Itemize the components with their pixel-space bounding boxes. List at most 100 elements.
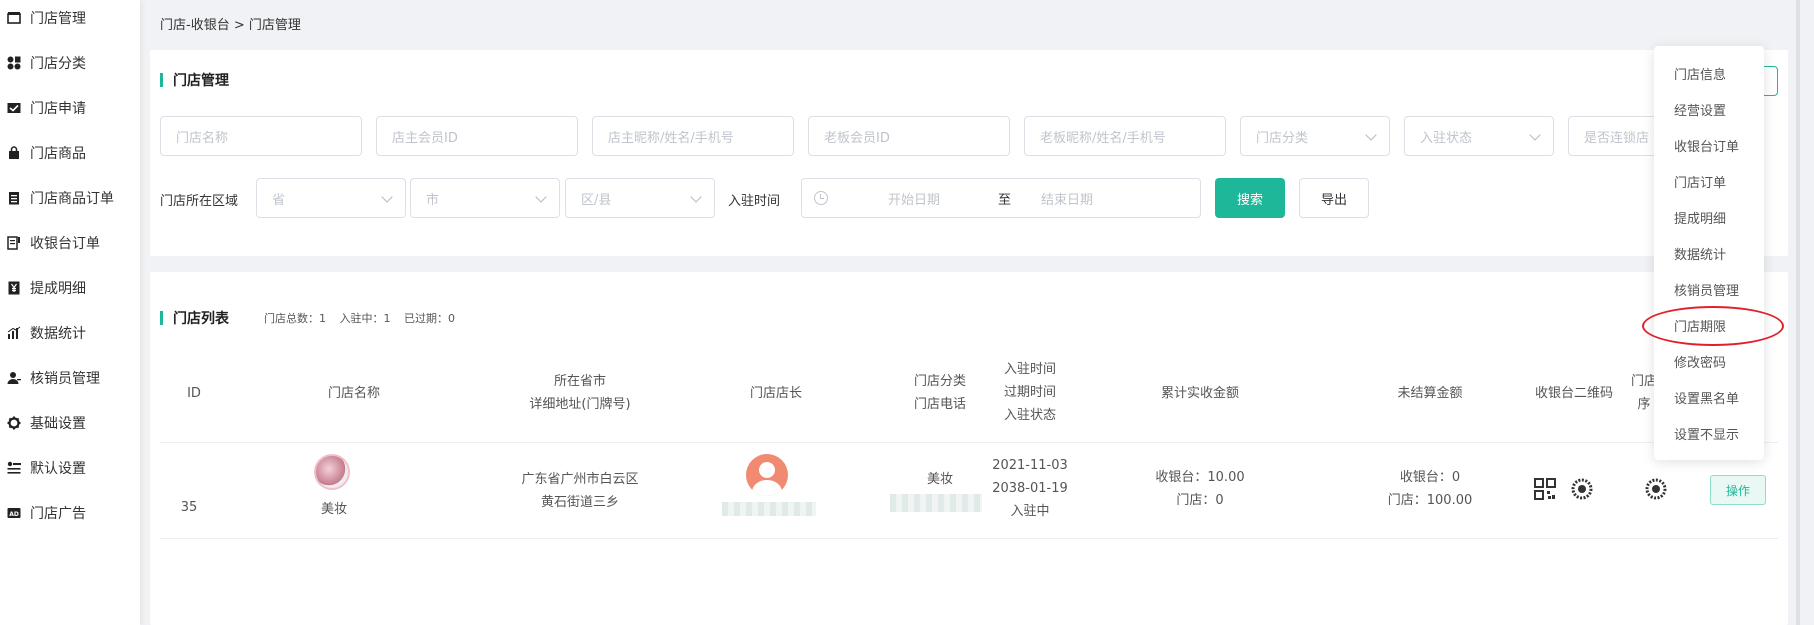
manager-name-blurred [722,502,816,516]
column-header-time-line3: 入驻状态 [1003,408,1056,423]
operate-dropdown-menu: 门店信息 经营设置 收银台订单 门店订单 提成明细 数据统计 核销员管理 门店期… [1654,46,1764,460]
sidebar-item-label: 收银台订单 [30,236,100,252]
cell-expire-time: 2038-01-19 [992,481,1068,496]
sidebar-item-store-goods[interactable]: 门店商品 [0,133,140,173]
cell-received: 收银台：10.00 门店：0 [1120,466,1280,512]
chart-icon [6,325,22,341]
column-header-time: 入驻时间 过期时间 入驻状态 [970,358,1090,427]
column-header-address-line1: 所在省市 [553,374,606,389]
sidebar-item-store-category[interactable]: 门店分类 [0,43,140,83]
sidebar-item-label: 门店申请 [30,101,86,117]
sidebar-item-label: 门店管理 [30,11,86,27]
sidebar-item-store-ads[interactable]: AD 门店广告 [0,493,140,533]
owner-member-id-input[interactable]: 店主会员ID [376,116,578,156]
settings-list-icon [6,460,22,476]
list-title: 门店列表 [160,308,229,328]
category-icon [6,55,22,71]
sidebar-item-label: 门店商品订单 [30,191,114,207]
store-code-icon[interactable] [1645,478,1667,500]
city-select[interactable]: 市 [410,178,560,218]
inbox-icon [6,100,22,116]
sidebar-item-data-statistics[interactable]: 数据统计 [0,313,140,353]
stat-expired: 已过期：0 [404,312,455,325]
sidebar-item-cashier-orders[interactable]: 收银台订单 [0,223,140,263]
sidebar-item-store-application[interactable]: 门店申请 [0,88,140,128]
column-header-qrcode: 收银台二维码 [1534,386,1613,401]
table-row-divider [160,538,1778,539]
stat-total: 门店总数：1 [264,312,326,325]
store-name-input[interactable]: 门店名称 [160,116,362,156]
sidebar-item-store-goods-orders[interactable]: 门店商品订单 [0,178,140,218]
province-select[interactable]: 省 [256,178,406,218]
ad-icon: AD [6,505,22,521]
page-scrollbar[interactable] [1796,0,1800,625]
cell-unsettled: 收银台：0 门店：100.00 [1350,466,1510,512]
column-header-name: 门店名称 [327,386,380,401]
column-header-id: ID [187,386,201,401]
sidebar-item-commission-details[interactable]: 提成明细 [0,268,140,308]
column-header-time-line2: 过期时间 [1003,385,1056,400]
user-icon [6,370,22,386]
title-accent-bar [160,311,163,325]
list-stats: 门店总数：1 入驻中：1 已过期：0 [264,310,465,326]
cell-time: 2021-11-03 2038-01-19 入驻中 [970,454,1090,523]
manager-avatar [746,454,788,496]
column-header-address-line2: 详细地址(门牌号) [529,397,631,412]
cell-id: 35 [180,500,198,515]
sidebar-item-default-settings[interactable]: 默认设置 [0,448,140,488]
join-date-range-picker[interactable]: 开始日期 至 结束日期 [801,178,1201,218]
column-header-address: 所在省市 详细地址(门牌号) [480,370,680,416]
clipboard-icon [6,190,22,206]
owner-contact-input[interactable]: 店主昵称/姓名/手机号 [592,116,794,156]
sidebar-item-basic-settings[interactable]: 基础设置 [0,403,140,443]
menu-item-change-password[interactable]: 修改密码 [1674,352,1726,371]
join-time-label: 入驻时间 [728,194,781,209]
sidebar-item-verifier-management[interactable]: 核销员管理 [0,358,140,398]
store-category-select[interactable]: 门店分类 [1240,116,1390,156]
sidebar-item-label: 门店广告 [30,506,86,522]
cell-unsettled-store: 门店：100.00 [1387,493,1473,508]
menu-item-data-statistics[interactable]: 数据统计 [1674,244,1726,263]
menu-item-verifier-management[interactable]: 核销员管理 [1674,280,1739,299]
qrcode-icon[interactable] [1534,478,1556,500]
store-icon [6,10,22,26]
menu-item-store-orders[interactable]: 门店订单 [1674,172,1726,191]
boss-member-id-input[interactable]: 老板会员ID [808,116,1010,156]
store-list-panel: 门店列表 门店总数：1 入驻中：1 已过期：0 ID 门店名称 所在省市 详细地… [150,272,1788,625]
table-header-divider [160,442,1778,443]
search-button[interactable]: 搜索 [1215,178,1285,218]
menu-item-cashier-orders[interactable]: 收银台订单 [1674,136,1739,155]
receipt-icon [6,235,22,251]
cell-address-line1: 广东省广州市白云区 [521,472,639,487]
cell-address-line2: 黄石街道三乡 [540,495,619,510]
district-select[interactable]: 区/县 [565,178,715,218]
mini-program-code-icon[interactable] [1571,478,1593,500]
gear-icon [6,415,22,431]
sidebar-item-label: 默认设置 [30,461,86,477]
column-header-unsettled: 未结算金额 [1397,386,1463,401]
cell-join-status: 入驻中 [1010,504,1050,519]
operate-button[interactable]: 操作 [1710,475,1766,505]
menu-item-commission-details[interactable]: 提成明细 [1674,208,1726,227]
join-status-select[interactable]: 入驻状态 [1404,116,1554,156]
menu-item-set-hidden[interactable]: 设置不显示 [1674,424,1739,443]
cell-join-time: 2021-11-03 [992,458,1068,473]
menu-item-store-info[interactable]: 门店信息 [1674,64,1726,83]
sidebar: 门店管理 门店分类 门店申请 门店商品 门店商品订单 收银台订单 提成明细 数据… [0,0,140,625]
sidebar-item-store-management[interactable]: 门店管理 [0,0,140,38]
filter-title-text: 门店管理 [173,73,229,89]
cell-store-name: 美妆 [320,502,347,517]
menu-item-business-settings[interactable]: 经营设置 [1674,100,1726,119]
stat-active: 入驻中：1 [339,312,391,325]
list-title-text: 门店列表 [173,311,229,327]
menu-item-set-blacklist[interactable]: 设置黑名单 [1674,388,1739,407]
start-date-input[interactable]: 开始日期 [888,189,998,208]
cell-received-cashier: 收银台：10.00 [1155,470,1245,485]
currency-icon [6,280,22,296]
export-button[interactable]: 导出 [1299,178,1369,218]
end-date-input[interactable]: 结束日期 [1041,189,1161,208]
filter-panel: 门店管理 门店名称 店主会员ID 店主昵称/姓名/手机号 老板会员ID 老板昵称… [150,50,1788,256]
filter-title: 门店管理 [160,70,229,90]
store-phone-blurred [890,494,982,512]
boss-contact-input[interactable]: 老板昵称/姓名/手机号 [1024,116,1226,156]
